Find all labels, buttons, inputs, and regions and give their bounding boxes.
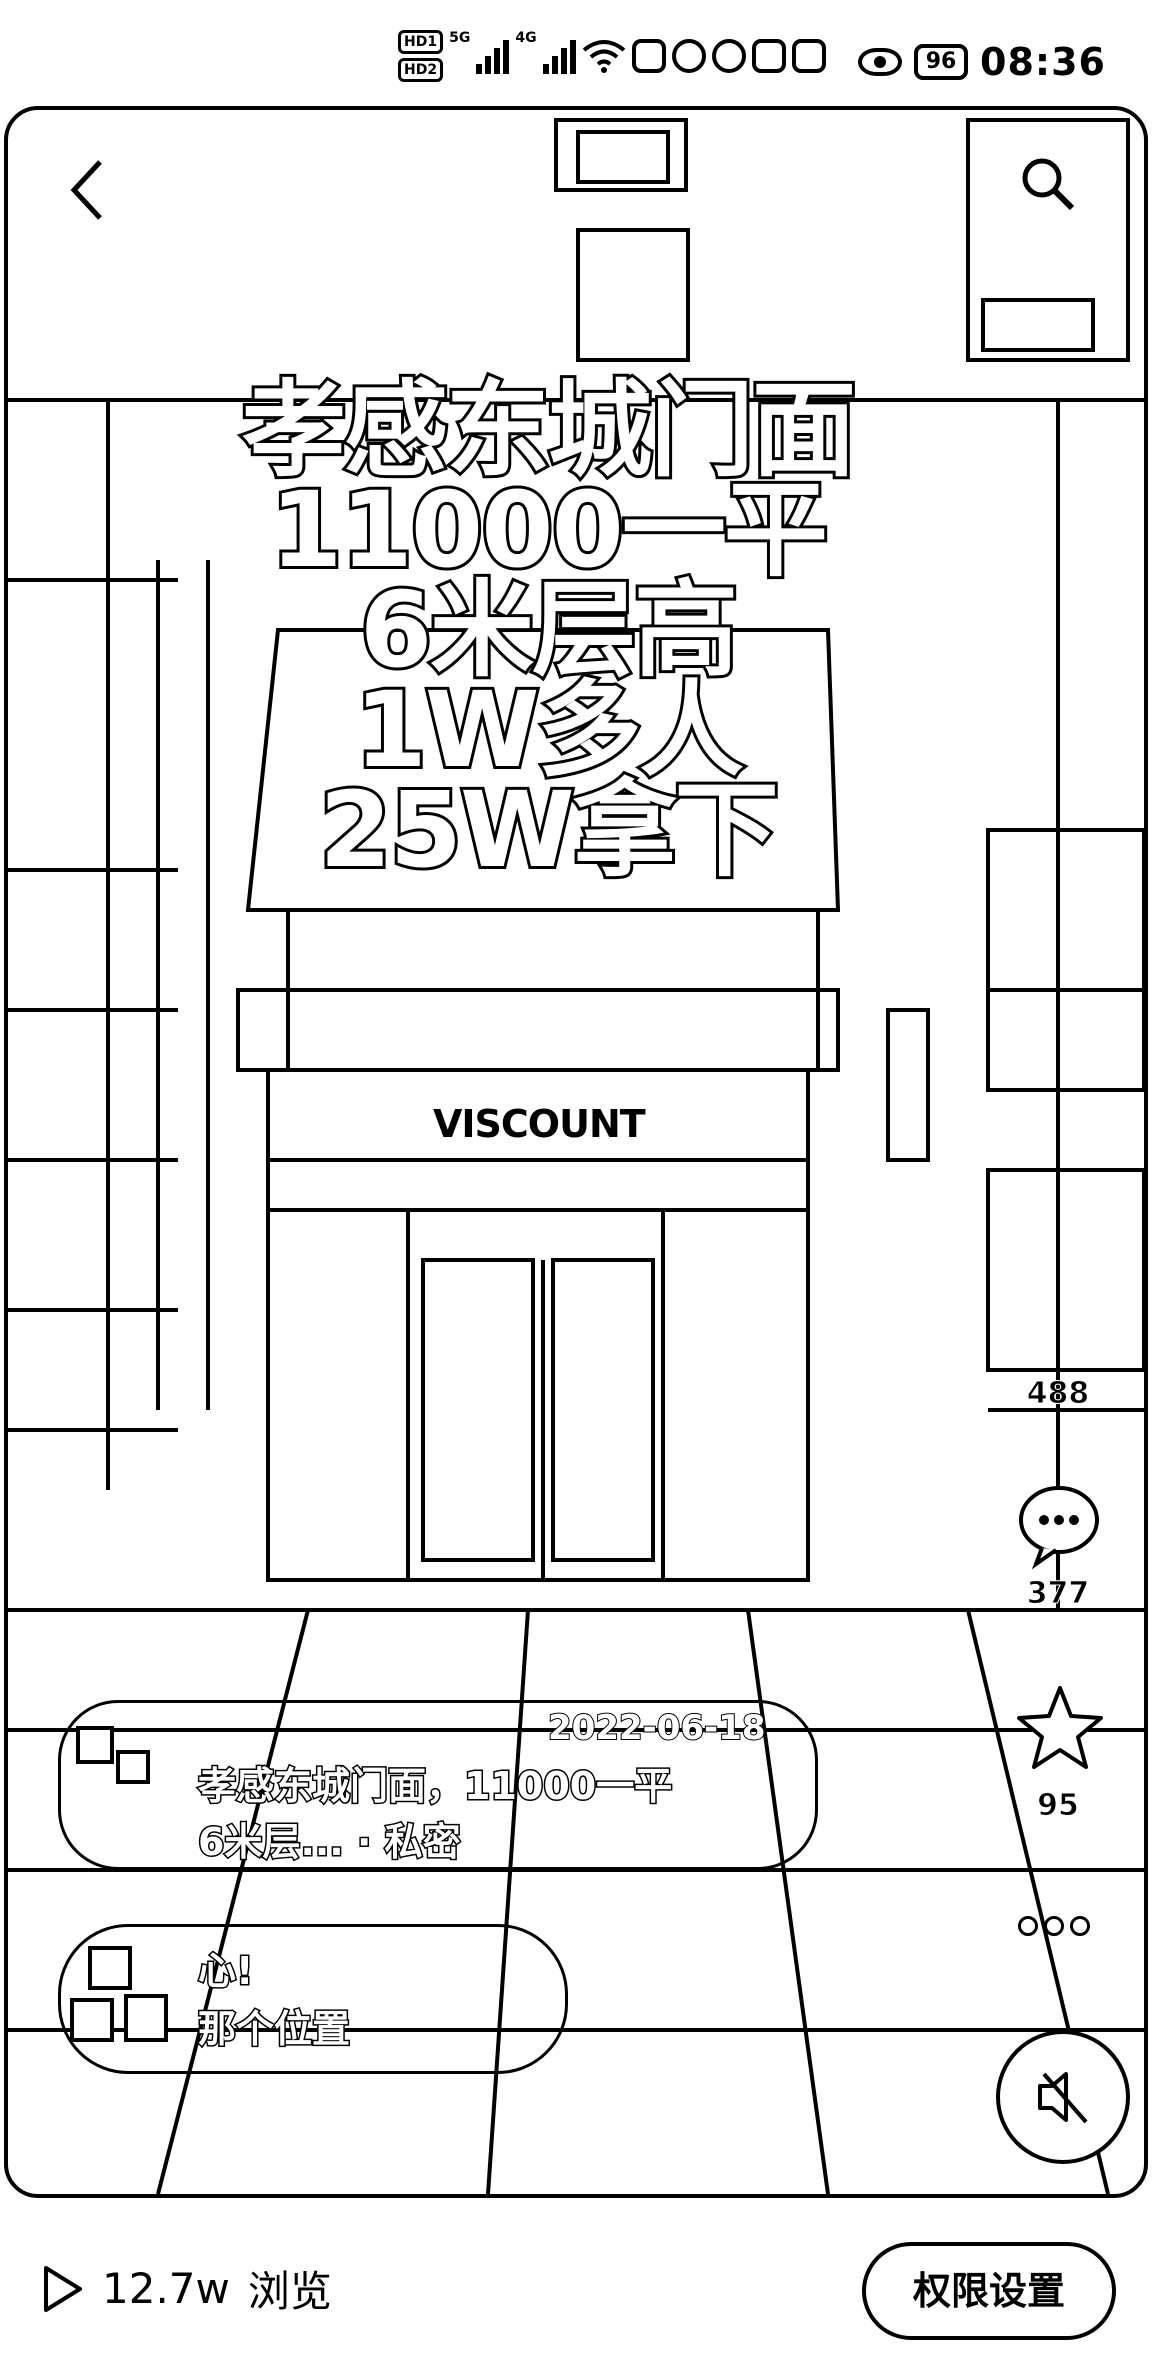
notification-icon: [791, 39, 826, 73]
favorite-button[interactable]: [1016, 1684, 1104, 1776]
play-icon: [44, 2265, 82, 2312]
search-button[interactable]: [1018, 154, 1078, 214]
post-text-truncated: 6米层...: [197, 1819, 346, 1866]
more-options-button[interactable]: [1018, 1916, 1090, 1936]
chevron-left-icon: [70, 160, 102, 220]
views-label: 浏览: [247, 2267, 332, 2316]
comment-line-1: 心!: [196, 1948, 254, 1995]
comment-button[interactable]: [1014, 1480, 1104, 1574]
hand-icon: [671, 39, 706, 73]
shield-icon: [711, 39, 746, 73]
permissions-button[interactable]: 权限设置: [862, 2242, 1116, 2340]
speaker-muted-icon: [1038, 2072, 1088, 2124]
caption-line: 25W拿下: [316, 769, 781, 891]
net-type-1: 5G: [449, 30, 471, 46]
avatar-icon: [70, 1946, 168, 2042]
video-card[interactable]: 孝感东城门面 11000一平 6米层高 1W多人 25W拿下 VISCOUNT …: [4, 106, 1148, 2198]
caption-line: 孝感东城门面: [239, 369, 859, 491]
search-icon: [1022, 158, 1075, 211]
eye-comfort-icon: [858, 48, 902, 76]
status-right: 96 08:36: [858, 40, 1106, 84]
video-caption: 孝感东城门面 11000一平 6米层高 1W多人 25W拿下: [198, 369, 898, 891]
comment-line-2: 那个位置: [196, 2006, 351, 2053]
like-count: 488: [1026, 1376, 1090, 1412]
post-date: 2022-06-18: [547, 1707, 766, 1749]
caption-line: 11000一平: [267, 469, 831, 591]
clock: 08:36: [980, 40, 1106, 84]
back-button[interactable]: [58, 150, 118, 230]
caption-line: 6米层高: [357, 569, 741, 691]
dot-icon: [1070, 1916, 1090, 1936]
refresh-icon: [751, 39, 786, 73]
author-avatar[interactable]: [68, 1708, 168, 1808]
network-status: HD1 HD2 5G 4G: [398, 30, 826, 82]
favorite-count: 95: [1037, 1788, 1080, 1824]
battery-indicator: 96: [914, 44, 968, 80]
comment-count: 377: [1026, 1576, 1090, 1612]
post-text-line-1: 孝感东城门面，11000一平: [197, 1763, 674, 1810]
comment-preview-text: 心! 那个位置: [196, 1942, 351, 2058]
mute-button[interactable]: [996, 2030, 1130, 2164]
commenter-avatar[interactable]: [66, 1942, 176, 2052]
privacy-label: · 私密: [355, 1819, 462, 1866]
net-type-2: 4G: [515, 30, 537, 46]
post-text-line-2: 6米层... · 私密: [197, 1814, 758, 1870]
dot-icon: [1018, 1916, 1038, 1936]
signal-2-icon: [542, 38, 576, 74]
caption-line: 1W多人: [351, 669, 746, 791]
avatar-icon: [76, 1726, 150, 1784]
hd-badges: HD1 HD2: [398, 30, 444, 82]
view-count: 12.7w 浏览: [40, 2258, 332, 2319]
post-description[interactable]: 孝感东城门面，11000一平 6米层... · 私密: [197, 1758, 758, 1870]
status-bar: HD1 HD2 5G 4G 96 08:36: [0, 0, 1152, 110]
views-number: 12.7w: [102, 2264, 230, 2313]
bottom-bar: 12.7w 浏览 权限设置: [0, 2198, 1152, 2376]
dot-icon: [1044, 1916, 1064, 1936]
star-icon: [1017, 1686, 1103, 1769]
wifi-icon: [582, 40, 625, 73]
comment-icon: [1019, 1486, 1099, 1570]
hd1-badge: HD1: [398, 30, 444, 54]
hd2-badge: HD2: [398, 58, 444, 82]
storefront-sign: VISCOUNT: [433, 1102, 646, 1146]
signal-1-icon: [476, 38, 510, 74]
nfc-icon: [631, 39, 666, 73]
